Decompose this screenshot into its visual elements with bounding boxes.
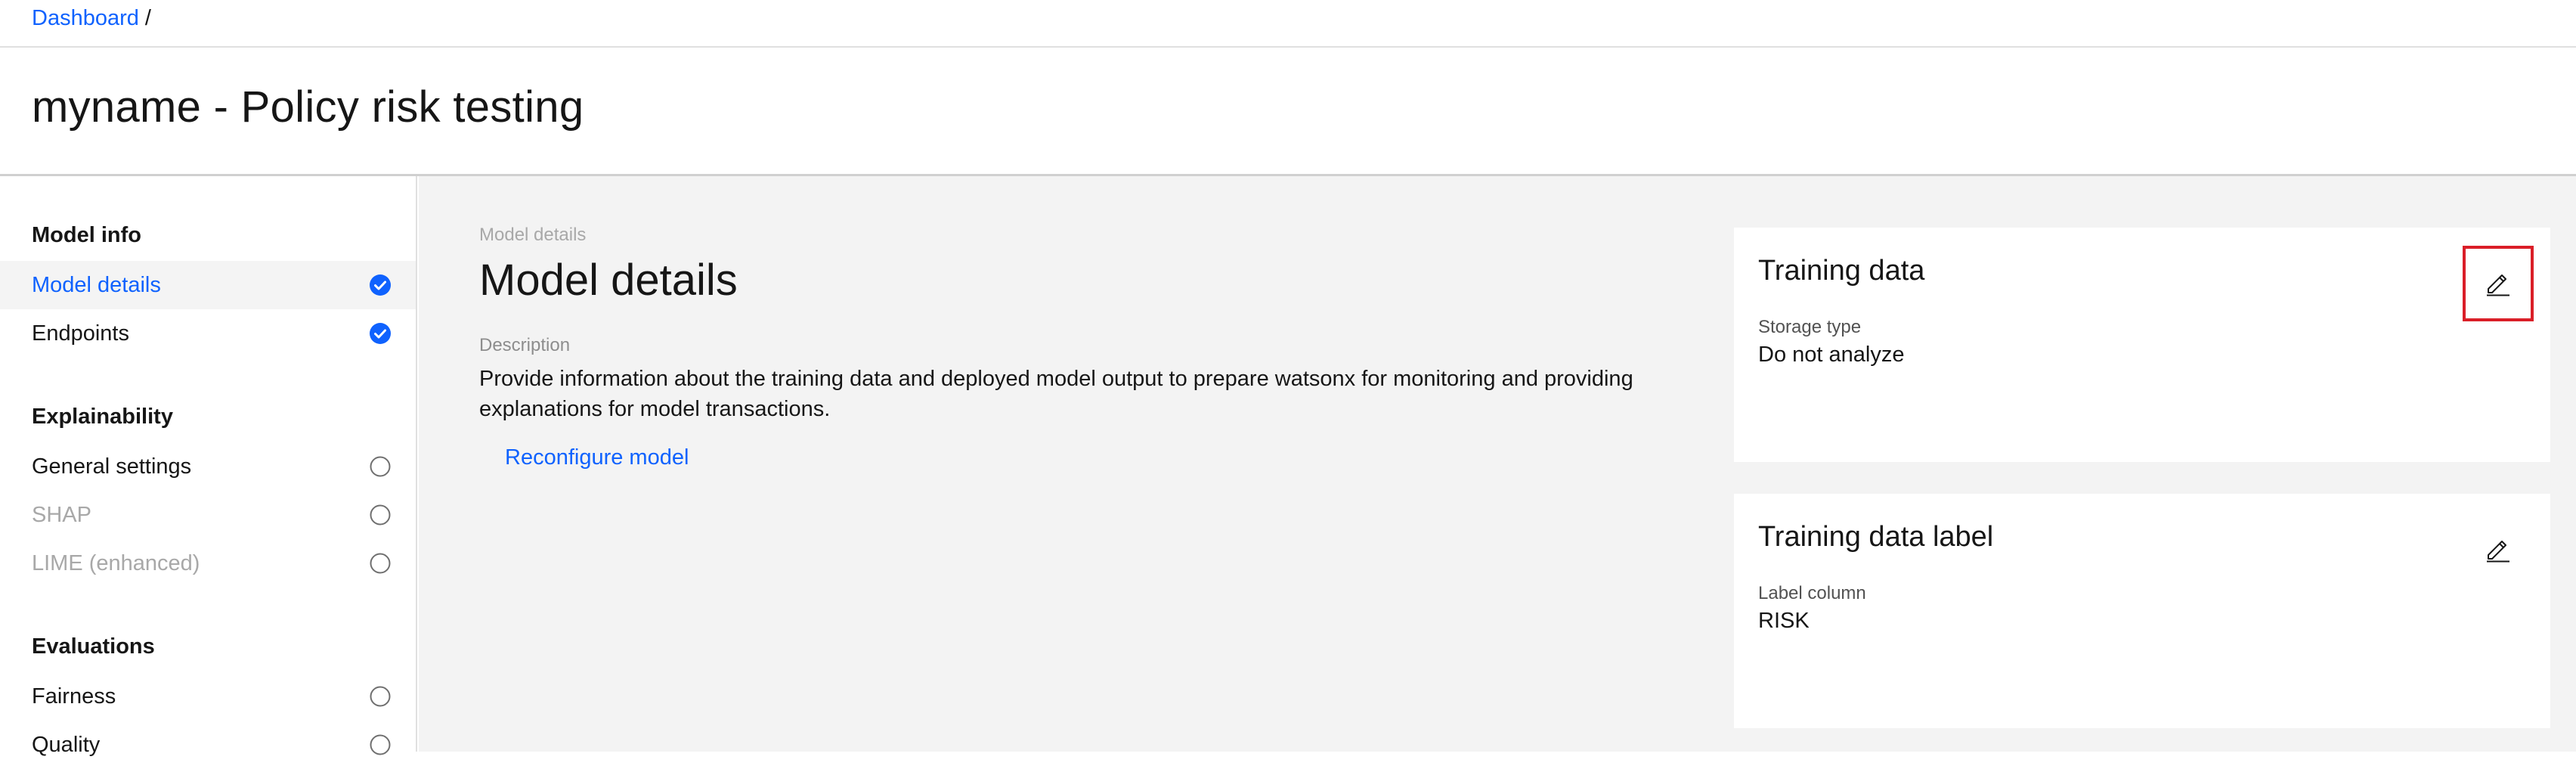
sidebar-item-quality[interactable]: Quality — [0, 721, 416, 769]
sidebar-item-model-details[interactable]: Model details — [0, 261, 416, 309]
circle-outline-icon — [370, 456, 391, 477]
section-eyebrow: Model details — [479, 225, 587, 245]
edit-pencil-icon — [2487, 541, 2509, 563]
sidebar-item-general-settings[interactable]: General settings — [0, 442, 416, 491]
sidebar-item-shap[interactable]: SHAP — [0, 491, 416, 539]
card-title: Training data — [1758, 255, 1925, 287]
sidebar-item-label: SHAP — [32, 502, 91, 527]
circle-outline-icon — [370, 504, 391, 526]
sidebar-item-label: General settings — [32, 454, 192, 479]
label-column-label: Label column — [1758, 583, 1866, 603]
edit-training-data-button[interactable] — [2463, 246, 2534, 321]
breadcrumb: Dashboard / — [32, 0, 151, 36]
sidebar-item-label: Quality — [32, 732, 101, 757]
checkmark-filled-icon — [370, 323, 391, 344]
circle-outline-icon — [370, 553, 391, 574]
main-content: Model details Model details Description … — [419, 176, 2576, 752]
breadcrumb-separator: / — [144, 5, 151, 30]
page-title: myname - Policy risk testing — [32, 82, 584, 132]
nav-group-title-explainability: Explainability — [32, 405, 173, 429]
circle-outline-icon — [370, 734, 391, 755]
breadcrumb-dashboard-link[interactable]: Dashboard — [32, 6, 139, 31]
description-text: Provide information about the training d… — [479, 367, 1633, 421]
section-title: Model details — [479, 256, 738, 305]
sidebar-item-lime-enhanced[interactable]: LIME (enhanced) — [0, 539, 416, 588]
sidebar-nav: Model info Model details Endpoints Expla… — [0, 176, 417, 757]
storage-type-label: Storage type — [1758, 317, 1862, 337]
sidebar-item-label: Fairness — [32, 684, 116, 709]
sidebar-item-endpoints[interactable]: Endpoints — [0, 309, 416, 358]
sidebar-item-label: Endpoints — [32, 321, 129, 346]
card-title: Training data label — [1758, 521, 1994, 553]
training-data-label-card: Training data label Label column RISK — [1734, 494, 2550, 728]
circle-outline-icon — [370, 686, 391, 707]
edit-training-data-label-button[interactable] — [2463, 512, 2534, 588]
edit-pencil-icon — [2487, 274, 2509, 296]
sidebar-item-label: LIME (enhanced) — [32, 550, 200, 575]
training-data-card: Training data Storage type Do not analyz… — [1734, 228, 2550, 462]
checkmark-filled-icon — [370, 274, 391, 296]
nav-group-title-evaluations: Evaluations — [32, 634, 155, 659]
description-label: Description — [479, 335, 571, 355]
storage-type-value: Do not analyze — [1758, 343, 1905, 367]
breadcrumb-divider — [0, 46, 2576, 48]
sidebar-item-label: Model details — [32, 272, 161, 297]
label-column-value: RISK — [1758, 609, 1810, 633]
nav-group-title-model-info: Model info — [32, 223, 141, 247]
reconfigure-model-link[interactable]: Reconfigure model — [505, 445, 689, 470]
sidebar-item-fairness[interactable]: Fairness — [0, 672, 416, 721]
